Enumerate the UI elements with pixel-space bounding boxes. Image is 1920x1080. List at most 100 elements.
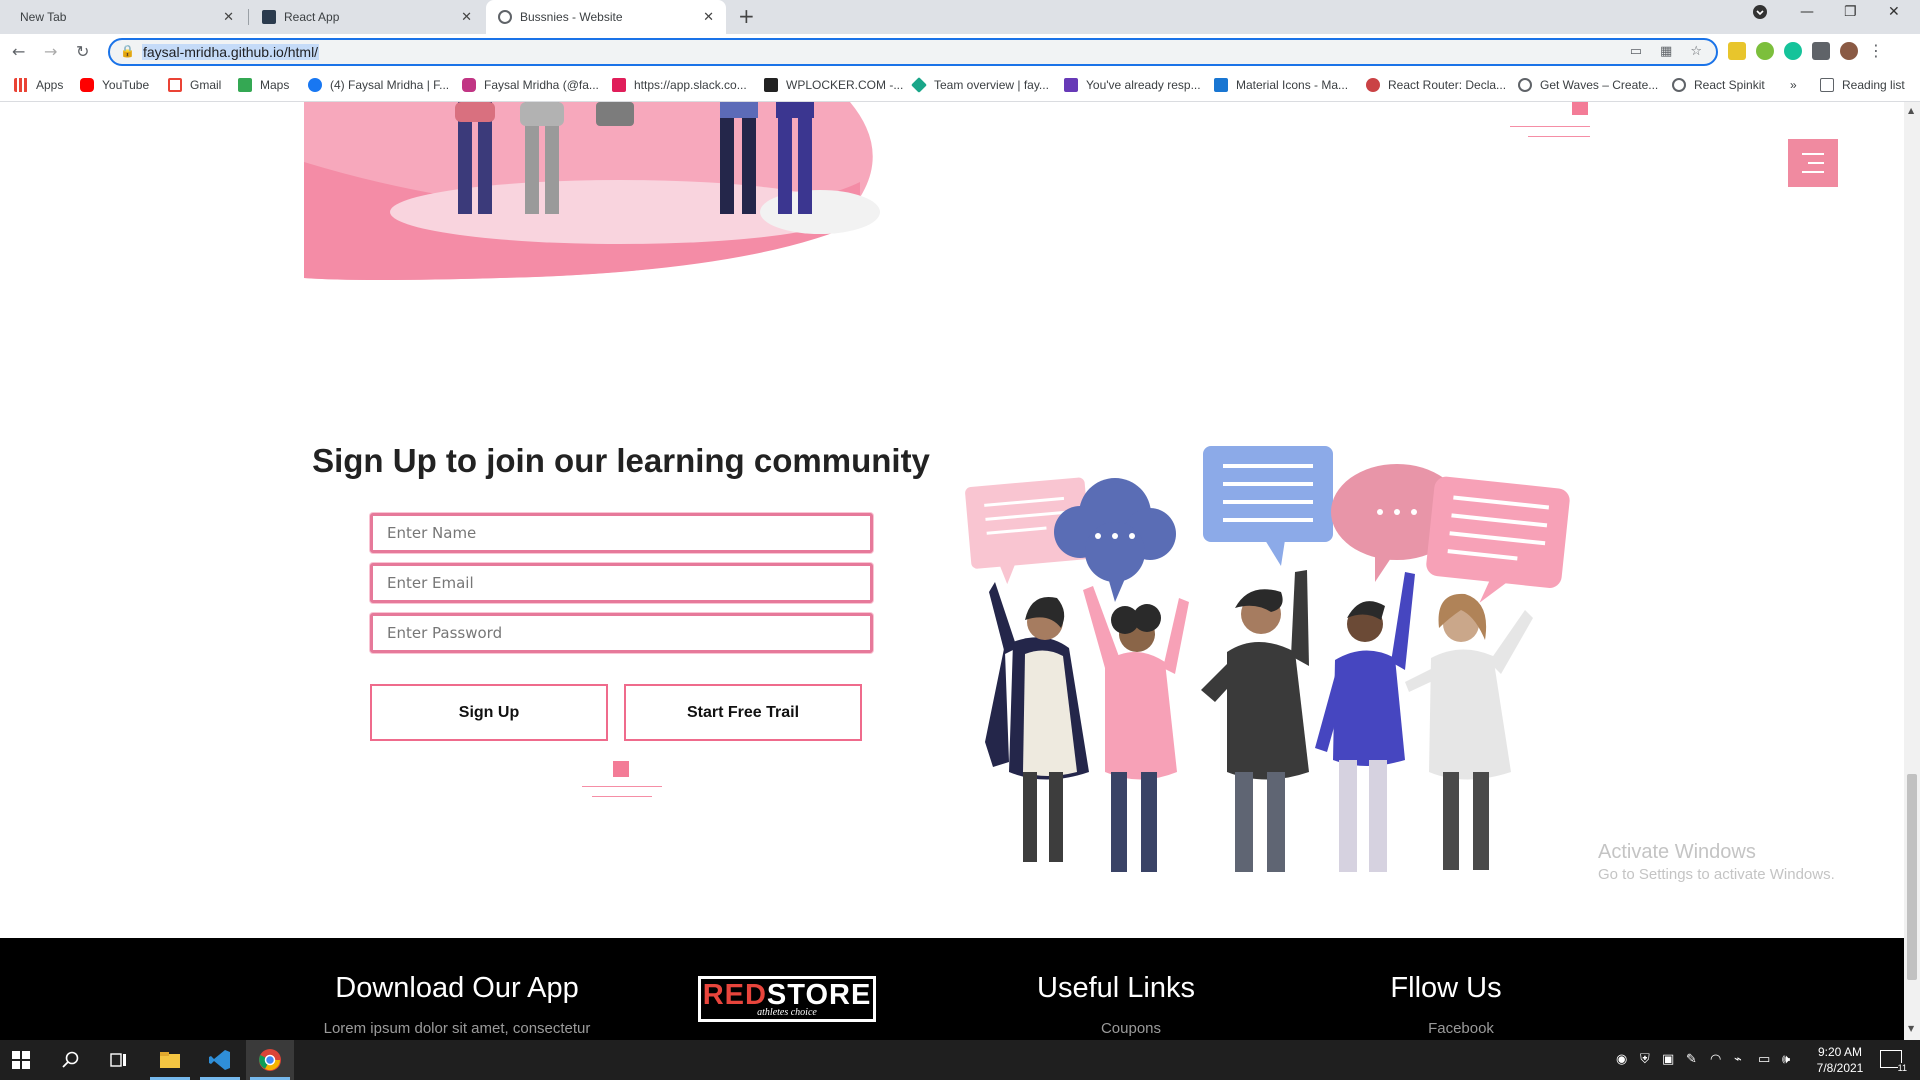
email-input[interactable] [373, 566, 870, 600]
bookmark-label: YouTube [102, 78, 150, 92]
clock-time: 9:20 AM [1817, 1045, 1863, 1059]
bookmark-facebook[interactable]: (4) Faysal Mridha | F... [308, 78, 449, 92]
bookmark-label: Get Waves – Create... [1540, 78, 1659, 92]
bookmark-maps[interactable]: Maps [238, 78, 289, 92]
wifi-icon[interactable]: ◠ [1710, 1052, 1721, 1067]
tab-react-app[interactable]: React App ✕ [250, 0, 484, 34]
tab-new-tab[interactable]: New Tab ✕ [0, 0, 246, 34]
logo-wordmark: REDSTORE [703, 981, 872, 1010]
bookmark-label: Apps [36, 78, 64, 92]
slack-icon [612, 78, 626, 92]
reading-list-icon [1820, 78, 1834, 92]
pen-tray-icon[interactable]: ✎ [1686, 1052, 1697, 1067]
puzzle-icon[interactable] [1812, 41, 1830, 60]
instagram-icon [462, 78, 476, 92]
name-input[interactable] [373, 516, 870, 550]
chrome-tray-icon[interactable]: ◉ [1616, 1052, 1627, 1067]
facebook-icon [308, 78, 322, 92]
scroll-down-icon[interactable]: ▼ [1908, 1024, 1914, 1033]
back-icon[interactable]: ← [12, 42, 25, 61]
lock-icon[interactable]: 🔒 [120, 44, 135, 58]
bookmark-react-spinkit[interactable]: React Spinkit [1672, 78, 1765, 92]
bookmark-label: Maps [260, 78, 290, 92]
react-icon [262, 10, 276, 24]
close-tab-icon[interactable]: ✕ [223, 9, 234, 25]
email-field[interactable] [370, 563, 873, 603]
bookmark-label: You've already resp... [1086, 78, 1201, 92]
password-field[interactable] [370, 613, 873, 653]
bookmark-label: Gmail [190, 78, 222, 92]
apps-grid-icon [14, 78, 28, 92]
battery-icon[interactable]: ▭ [1758, 1052, 1770, 1067]
tab-search-icon[interactable] [1752, 4, 1768, 24]
bookmark-get-waves[interactable]: Get Waves – Create... [1518, 78, 1658, 92]
scroll-thumb[interactable] [1907, 774, 1917, 980]
star-icon[interactable]: ☆ [1690, 44, 1702, 59]
bookmark-slack[interactable]: https://app.slack.co... [612, 78, 747, 92]
decor-line [592, 796, 652, 797]
bookmark-material-icons[interactable]: Material Icons - Ma... [1214, 78, 1348, 92]
tab-bussnies-website[interactable]: Bussnies - Website ✕ [486, 0, 726, 34]
bookmark-wplocker[interactable]: WPLOCKER.COM -... [764, 78, 903, 92]
page-scrollbar[interactable]: ▲ ▼ [1904, 102, 1920, 1040]
kebab-menu-icon[interactable]: ⋮ [1868, 41, 1884, 60]
bookmark-team-overview[interactable]: Team overview | fay... [911, 77, 1049, 93]
reading-list[interactable]: Reading list [1820, 78, 1905, 92]
browser-tab-bar: New Tab ✕ React App ✕ Bussnies - Website… [0, 0, 1920, 34]
app-tray-icon[interactable]: ▣ [1662, 1052, 1674, 1067]
bookmark-forms[interactable]: You've already resp... [1064, 78, 1201, 92]
security-tray-icon[interactable]: ⛨ [1640, 1052, 1650, 1067]
reload-icon[interactable]: ↻ [76, 42, 89, 61]
bookmark-gmail[interactable]: Gmail [168, 78, 221, 92]
signup-button[interactable]: Sign Up [370, 684, 608, 741]
close-window-icon[interactable]: ✕ [1888, 4, 1900, 20]
follow-us-title: Fllow Us [1390, 972, 1502, 1004]
address-bar[interactable]: 🔒 faysal-mridha.github.io/html/ ▭ ▦ ☆ [108, 38, 1718, 66]
signup-heading: Sign Up to join our learning community [312, 442, 930, 479]
vscode-icon[interactable] [208, 1048, 232, 1072]
footer-link-coupons[interactable]: Coupons [1076, 1020, 1186, 1037]
name-field[interactable] [370, 513, 873, 553]
wplocker-icon [764, 78, 778, 92]
download-app-text: Lorem ipsum dolor sit amet, consectetur [323, 1020, 591, 1037]
volume-icon[interactable]: 🕪 [1782, 1052, 1790, 1067]
extension-icon[interactable] [1728, 41, 1746, 60]
decor-line [582, 786, 662, 787]
file-explorer-icon[interactable] [158, 1048, 182, 1072]
watermark-title: Activate Windows [1598, 841, 1756, 863]
close-tab-icon[interactable]: ✕ [461, 9, 472, 25]
extension-icon[interactable] [1756, 41, 1774, 60]
task-view-icon[interactable] [110, 1051, 128, 1069]
search-icon[interactable] [62, 1051, 80, 1069]
forward-icon[interactable]: → [44, 42, 57, 61]
network-icon[interactable]: ⌁ [1734, 1052, 1742, 1067]
reading-list-label: Reading list [1842, 78, 1905, 92]
grammarly-icon[interactable] [1784, 41, 1802, 60]
menu-toggle-button[interactable] [1788, 139, 1838, 187]
taskbar-clock[interactable]: 9:20 AM 7/8/2021 [1808, 1044, 1872, 1076]
minimize-icon[interactable]: — [1800, 4, 1814, 20]
cast-icon[interactable]: ▭ [1630, 44, 1642, 59]
restore-icon[interactable]: ❐ [1844, 4, 1857, 20]
avatar[interactable] [1840, 41, 1858, 60]
windows-start-icon[interactable] [12, 1051, 30, 1069]
close-tab-icon[interactable]: ✕ [703, 9, 714, 25]
globe-icon [498, 10, 512, 24]
redstore-logo[interactable]: REDSTORE athletes choice [698, 976, 876, 1022]
chrome-icon[interactable] [258, 1048, 282, 1072]
scroll-up-icon[interactable]: ▲ [1908, 106, 1914, 115]
qr-code-icon[interactable]: ▦ [1660, 44, 1672, 59]
tab-label: Bussnies - Website [520, 10, 623, 24]
page-viewport: Sign Up to join our learning community S… [0, 102, 1904, 1040]
bookmark-instagram[interactable]: Faysal Mridha (@fa... [462, 78, 599, 92]
footer-link-facebook[interactable]: Facebook [1406, 1020, 1516, 1037]
bookmark-react-router[interactable]: React Router: Decla... [1366, 78, 1506, 92]
bookmarks-overflow-icon[interactable]: » [1790, 78, 1797, 92]
bookmark-youtube[interactable]: YouTube [80, 78, 149, 92]
url-text[interactable]: faysal-mridha.github.io/html/ [142, 44, 320, 60]
start-free-trial-button[interactable]: Start Free Trail [624, 684, 862, 741]
bookmark-apps[interactable]: Apps [14, 78, 63, 92]
password-input[interactable] [373, 616, 870, 650]
new-tab-icon[interactable]: + [738, 4, 755, 28]
notification-center-icon[interactable]: 11 [1880, 1050, 1907, 1073]
